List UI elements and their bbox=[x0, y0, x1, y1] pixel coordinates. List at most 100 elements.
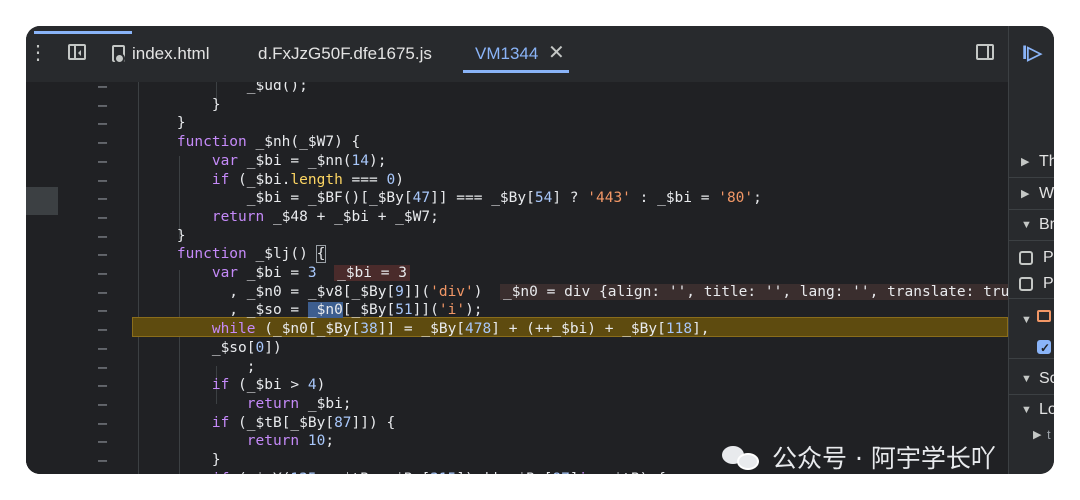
code-line[interactable]: – return _$48 + _$bi + _$W7; bbox=[26, 208, 1008, 227]
code-text: return _$bi; bbox=[246, 395, 352, 412]
sidebar-row-label: Th bbox=[1039, 153, 1054, 170]
code-text: } bbox=[142, 96, 221, 113]
line-number-marker[interactable]: – bbox=[98, 376, 107, 395]
checkbox[interactable] bbox=[1019, 251, 1033, 265]
inline-variable-value: _$bi = 3 bbox=[334, 265, 410, 281]
line-number-marker[interactable]: – bbox=[98, 414, 107, 433]
code-editor[interactable]: – _$ud(); – } – } – function _$nh(_$W7) {– … bbox=[26, 82, 1008, 474]
tab-index-html[interactable]: index.html bbox=[132, 42, 209, 66]
sidebar-row-label: t bbox=[1047, 427, 1051, 442]
toggle-navigator-icon[interactable] bbox=[68, 44, 86, 60]
sidebar-row-label: P bbox=[1043, 249, 1054, 266]
expand-arrow-icon: ▶ bbox=[1021, 156, 1030, 168]
sidebar-divider bbox=[1009, 394, 1054, 395]
code-text: if (_$gY(135, _$tB, _$By[315]) || _$By[8… bbox=[142, 470, 666, 474]
code-text: function _$lj() { bbox=[176, 245, 327, 264]
code-text: ; bbox=[142, 358, 256, 375]
code-text: return _$48 + _$bi + _$W7; bbox=[211, 208, 439, 225]
line-number-marker[interactable]: – bbox=[98, 470, 107, 474]
toggle-debugger-sidebar-icon[interactable] bbox=[976, 44, 994, 60]
line-number-marker[interactable]: – bbox=[98, 320, 107, 339]
close-tab-icon[interactable]: ✕ bbox=[548, 41, 565, 65]
code-text: , _$so = _$n0[_$By[51]]('i'); bbox=[142, 302, 483, 319]
code-line[interactable]: – if (_$bi > 4) bbox=[26, 376, 1008, 395]
line-number-marker[interactable]: – bbox=[98, 264, 107, 283]
code-line[interactable]: – } bbox=[26, 96, 1008, 115]
collapse-arrow-icon: ▼ bbox=[1021, 404, 1032, 416]
collapse-arrow-icon: ▼ bbox=[1021, 373, 1032, 385]
code-line[interactable]: – var _$bi = 3 _$bi = 3 bbox=[26, 264, 1008, 283]
code-text: return 10; bbox=[246, 433, 335, 450]
code-line[interactable]: – } bbox=[26, 114, 1008, 133]
line-number-marker[interactable]: – bbox=[98, 432, 107, 451]
code-text: } bbox=[142, 452, 221, 468]
active-tab-indicator bbox=[463, 70, 569, 73]
line-number-marker[interactable]: – bbox=[98, 245, 107, 264]
sidebar-divider bbox=[1009, 358, 1054, 359]
code-line[interactable]: – if (_$tB[_$By[87]]) { bbox=[26, 414, 1008, 433]
toolbar-divider bbox=[1008, 26, 1009, 82]
code-line[interactable]: – return _$bi; bbox=[26, 395, 1008, 414]
code-line[interactable]: – function _$lj() { bbox=[26, 245, 1008, 264]
code-line[interactable]: – while (_$n0[_$By[38]] = _$By[478] + (+… bbox=[26, 320, 1008, 339]
expand-arrow-icon: ▶ bbox=[1033, 429, 1042, 441]
line-number-marker[interactable]: – bbox=[98, 283, 107, 302]
xhr-breakpoint-icon bbox=[1037, 310, 1051, 322]
code-line[interactable]: – if (_$bi.length === 0) bbox=[26, 171, 1008, 190]
code-text: _$ud(); bbox=[142, 82, 308, 94]
code-text: while (_$n0[_$By[38]] = _$By[478] + (++_… bbox=[211, 321, 710, 338]
checkbox[interactable] bbox=[1019, 277, 1033, 291]
code-text: function _$nh(_$W7) { bbox=[176, 134, 361, 151]
code-text: if (_$tB[_$By[87]]) { bbox=[211, 414, 396, 431]
sidebar-row-label: P bbox=[1043, 275, 1054, 292]
checked-checkbox[interactable] bbox=[1037, 338, 1051, 358]
inline-variable-value: _$n0 = div {align: '', title: '', lang: … bbox=[499, 283, 1008, 300]
code-line[interactable]: – , _$so = _$n0[_$By[51]]('i'); bbox=[26, 301, 1008, 320]
line-number-marker[interactable]: – bbox=[98, 82, 107, 96]
sidebar-row-label: Lo bbox=[1039, 401, 1054, 418]
code-text: _$bi = _$BF()[_$By[47]] === _$By[54] ? '… bbox=[142, 190, 762, 207]
line-number-marker[interactable]: – bbox=[98, 96, 107, 115]
tab-bundle-js[interactable]: d.FxJzG50F.dfe1675.js bbox=[258, 42, 432, 66]
code-text: } bbox=[142, 115, 186, 132]
line-number-marker[interactable]: – bbox=[98, 171, 107, 190]
wechat-watermark: 公众号 · 阿宇学长吖 bbox=[722, 437, 996, 477]
code-line[interactable]: – , _$n0 = _$v8[_$By[9]]('div') _$n0 = d… bbox=[26, 283, 1008, 302]
sidebar-row-label: W bbox=[1039, 185, 1054, 202]
debugger-sidebar: ▶ Th ▶ W ▼ Br P P ▼ ▼ bbox=[1008, 82, 1054, 474]
code-line[interactable]: – } bbox=[26, 227, 1008, 246]
line-number-marker[interactable]: – bbox=[98, 189, 107, 208]
code-line[interactable]: – function _$nh(_$W7) { bbox=[26, 133, 1008, 152]
line-number-marker[interactable]: – bbox=[98, 451, 107, 470]
tab-vm1344[interactable]: VM1344 bbox=[475, 42, 538, 66]
code-line[interactable]: – var _$bi = _$nn(14); bbox=[26, 152, 1008, 171]
sidebar-divider bbox=[1009, 209, 1054, 210]
sidebar-divider bbox=[1009, 240, 1054, 241]
tab-bar: ⋮ index.html d.FxJzG50F.dfe1675.js VM134… bbox=[26, 26, 1054, 83]
code-line[interactable]: – ; bbox=[26, 358, 1008, 377]
watermark-text: 公众号 · 阿宇学长吖 bbox=[772, 444, 996, 473]
line-number-marker[interactable]: – bbox=[98, 133, 107, 152]
sidebar-divider bbox=[1009, 177, 1054, 178]
line-number-marker[interactable]: – bbox=[98, 339, 107, 358]
wechat-logo-icon bbox=[722, 442, 762, 472]
line-number-marker[interactable]: – bbox=[98, 301, 107, 320]
code-line[interactable]: – _$bi = _$BF()[_$By[47]] === _$By[54] ?… bbox=[26, 189, 1008, 208]
resume-execution-icon[interactable]: I▷ bbox=[1022, 43, 1042, 65]
code-text: if (_$bi.length === 0) bbox=[211, 171, 404, 188]
collapse-arrow-icon: ▼ bbox=[1021, 314, 1032, 326]
line-number-marker[interactable]: – bbox=[98, 208, 107, 227]
line-number-marker[interactable]: – bbox=[98, 114, 107, 133]
line-number-marker[interactable]: – bbox=[98, 227, 107, 246]
line-number-marker[interactable]: – bbox=[98, 358, 107, 377]
more-options-icon[interactable]: ⋮ bbox=[28, 40, 48, 66]
code-text: _$so[0]) bbox=[142, 339, 282, 356]
code-line[interactable]: – _$so[0]) bbox=[26, 339, 1008, 358]
code-text: } bbox=[142, 227, 186, 244]
expand-arrow-icon: ▶ bbox=[1021, 188, 1030, 200]
code-text: var _$bi = _$nn(14); bbox=[211, 152, 387, 169]
line-number-marker[interactable]: – bbox=[98, 152, 107, 171]
code-line[interactable]: – _$ud(); bbox=[26, 82, 1008, 96]
file-icon bbox=[112, 45, 125, 64]
line-number-marker[interactable]: – bbox=[98, 395, 107, 414]
